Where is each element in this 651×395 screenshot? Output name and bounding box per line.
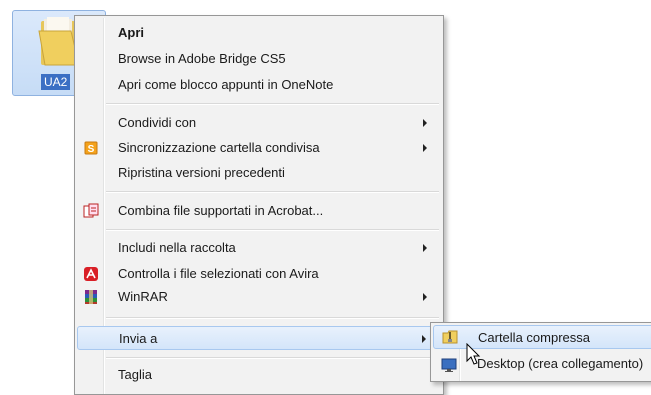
menu-separator bbox=[106, 229, 439, 231]
svg-text:S: S bbox=[88, 144, 95, 155]
submenu-arrow-icon bbox=[423, 144, 427, 152]
menu-item-include-in-library[interactable]: Includi nella raccolta bbox=[77, 237, 441, 259]
menu-item-open[interactable]: Apri bbox=[77, 22, 441, 44]
submenu-arrow-icon bbox=[423, 119, 427, 127]
menu-item-send-to[interactable]: Invia a bbox=[77, 326, 441, 350]
menu-item-share-with[interactable]: Condividi con bbox=[77, 112, 441, 134]
menu-item-restore-versions[interactable]: Ripristina versioni precedenti bbox=[77, 162, 441, 184]
menu-item-label: Sincronizzazione cartella condivisa bbox=[118, 140, 320, 155]
folder-name-label: UA2 bbox=[41, 74, 71, 90]
menu-item-label: Combina file supportati in Acrobat... bbox=[118, 203, 324, 218]
menu-separator bbox=[106, 103, 439, 105]
context-menu: Apri Browse in Adobe Bridge CS5 Apri com… bbox=[74, 15, 444, 395]
zip-folder-icon bbox=[442, 330, 458, 344]
submenu-item-label: Cartella compressa bbox=[478, 330, 590, 345]
menu-separator bbox=[106, 317, 439, 319]
submenu-item-label: Desktop (crea collegamento) bbox=[477, 356, 644, 371]
menu-item-winrar[interactable]: WinRAR bbox=[77, 286, 441, 308]
menu-item-acrobat-combine[interactable]: Combina file supportati in Acrobat... bbox=[77, 200, 441, 222]
menu-item-label: Ripristina versioni precedenti bbox=[118, 165, 285, 180]
send-to-submenu: Cartella compressa Desktop (crea collega… bbox=[430, 322, 651, 382]
menu-item-sync-folder[interactable]: S Sincronizzazione cartella condivisa bbox=[77, 137, 441, 159]
mouse-pointer-icon bbox=[466, 343, 481, 365]
menu-item-cut[interactable]: Taglia bbox=[77, 364, 441, 386]
menu-item-label: Apri bbox=[118, 25, 144, 40]
avira-icon bbox=[84, 267, 98, 281]
winrar-icon bbox=[85, 290, 97, 304]
menu-item-label: Invia a bbox=[119, 331, 158, 346]
menu-separator bbox=[106, 191, 439, 193]
menu-item-label: Includi nella raccolta bbox=[118, 240, 236, 255]
desktop-icon bbox=[441, 358, 457, 372]
submenu-arrow-icon bbox=[422, 335, 426, 343]
menu-item-adobe-bridge[interactable]: Browse in Adobe Bridge CS5 bbox=[77, 48, 441, 70]
submenu-arrow-icon bbox=[423, 244, 427, 252]
menu-item-label: Condividi con bbox=[118, 115, 197, 130]
menu-item-avira-scan[interactable]: Controlla i file selezionati con Avira bbox=[77, 263, 441, 285]
menu-item-onenote[interactable]: Apri come blocco appunti in OneNote bbox=[77, 74, 441, 96]
sync-folder-icon: S bbox=[84, 141, 98, 155]
menu-separator bbox=[106, 357, 439, 359]
menu-item-label: Apri come blocco appunti in OneNote bbox=[118, 77, 334, 92]
menu-item-label: Browse in Adobe Bridge CS5 bbox=[118, 51, 286, 66]
menu-item-label: Controlla i file selezionati con Avira bbox=[118, 266, 319, 281]
acrobat-combine-icon bbox=[83, 203, 99, 218]
submenu-arrow-icon bbox=[423, 293, 427, 301]
menu-item-label: WinRAR bbox=[118, 289, 168, 304]
menu-item-label: Taglia bbox=[118, 367, 152, 382]
